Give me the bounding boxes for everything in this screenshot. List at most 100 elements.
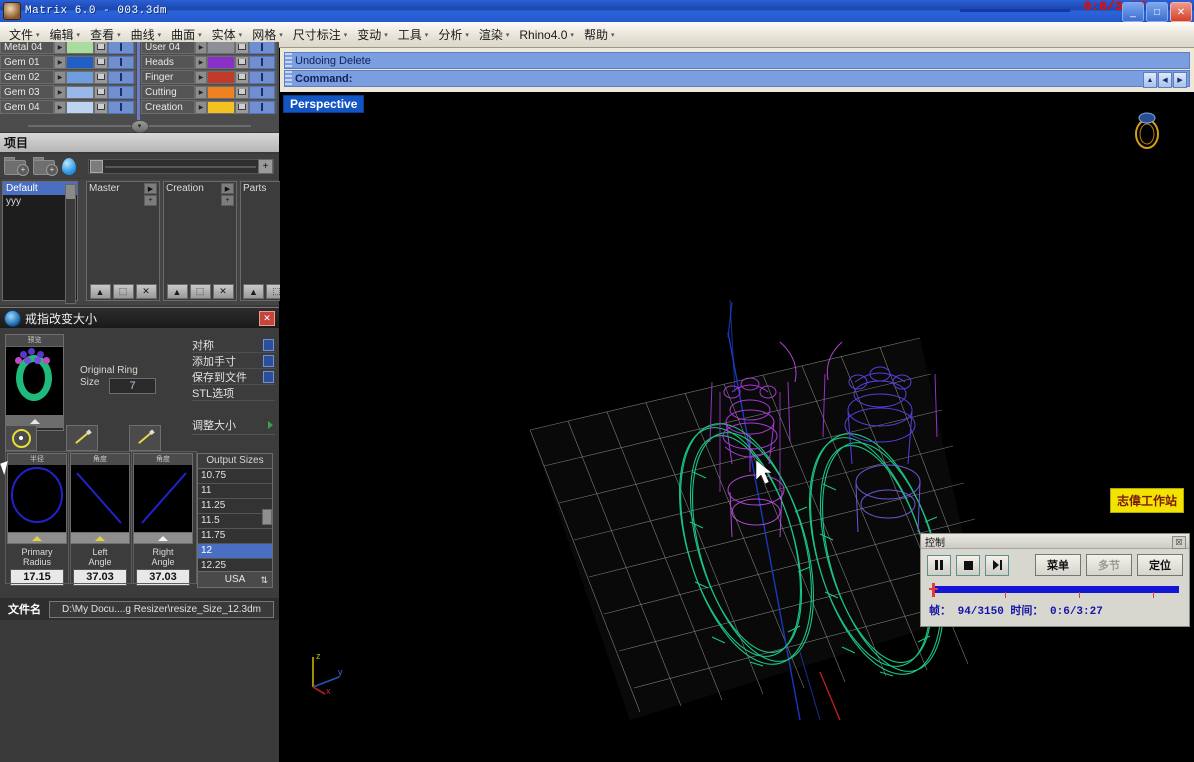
drag-grip[interactable]: [285, 71, 292, 86]
playhead[interactable]: [932, 583, 935, 597]
lock-icon[interactable]: [235, 55, 249, 69]
chevron-right-icon[interactable]: ▶: [195, 85, 207, 99]
up-button[interactable]: ▲: [166, 284, 188, 299]
layer-collapse-bar[interactable]: ▾: [0, 119, 279, 133]
chevron-right-icon[interactable]: ▶: [54, 70, 66, 84]
chevron-right-icon[interactable]: ▶: [54, 55, 66, 69]
layer-row[interactable]: Heads ▶: [141, 55, 277, 69]
output-sizes-list[interactable]: Output Sizes 10.75 11 11.25 11.5 11.75 1…: [197, 453, 273, 588]
visibility-toggle[interactable]: [108, 55, 134, 69]
layer-row[interactable]: Finger ▶: [141, 70, 277, 84]
lock-icon[interactable]: [94, 55, 108, 69]
output-size-item[interactable]: 11.25: [198, 499, 272, 514]
scrollbar[interactable]: [65, 184, 76, 304]
lock-icon[interactable]: [94, 70, 108, 84]
chevron-down-icon[interactable]: ▾: [130, 119, 149, 133]
water-drop-icon[interactable]: [62, 157, 76, 175]
visibility-toggle[interactable]: [249, 70, 275, 84]
project-default-list[interactable]: Default yyy: [2, 181, 78, 304]
visibility-toggle[interactable]: [249, 42, 275, 54]
add-icon[interactable]: +: [144, 195, 157, 206]
lock-icon[interactable]: [235, 70, 249, 84]
resize-action-button[interactable]: 调整大小: [192, 416, 275, 435]
slider-track[interactable]: [935, 586, 1179, 593]
layer-row[interactable]: Gem 01 ▶: [0, 55, 136, 69]
chapter-button[interactable]: 多节: [1086, 554, 1132, 576]
option-stl[interactable]: STL选项: [192, 385, 275, 401]
visibility-toggle[interactable]: [108, 42, 134, 54]
chevron-right-icon[interactable]: ▶: [54, 42, 66, 54]
layer-color-swatch[interactable]: [207, 70, 235, 84]
pencil-icon-button-left[interactable]: [66, 425, 98, 451]
chevron-right-icon[interactable]: ▶: [144, 183, 157, 194]
command-prompt-line[interactable]: Command: ▲ ◀ ▶: [284, 70, 1190, 88]
command-history-line[interactable]: Undoing Delete: [284, 52, 1190, 69]
option-symmetry[interactable]: 对称: [192, 337, 275, 353]
layer-row[interactable]: Gem 02 ▶: [0, 70, 136, 84]
output-size-item[interactable]: 11: [198, 484, 272, 499]
ring-preview[interactable]: 预览: [5, 334, 64, 431]
layer-color-swatch[interactable]: [66, 55, 94, 69]
next-frame-button[interactable]: [985, 554, 1009, 576]
layer-row[interactable]: Gem 04 ▶: [0, 100, 136, 114]
lock-icon[interactable]: [235, 85, 249, 99]
option-add-size[interactable]: 添加手寸: [192, 353, 275, 369]
layer-color-swatch[interactable]: [66, 70, 94, 84]
menu-item-render[interactable]: 渲染 ▾: [474, 24, 515, 45]
pencil-icon-button-right[interactable]: [129, 425, 161, 451]
toggle-icon[interactable]: [263, 339, 274, 351]
delete-button[interactable]: ✕: [212, 284, 234, 299]
menu-item-rhino[interactable]: Rhino4.0 ▾: [514, 26, 579, 44]
output-size-item[interactable]: 11.5: [198, 514, 272, 529]
option-save-to-file[interactable]: 保存到文件: [192, 369, 275, 385]
menu-item-dimension[interactable]: 尺寸标注 ▾: [288, 24, 353, 45]
unit-dropdown[interactable]: USA ⇅: [198, 571, 272, 587]
lock-icon[interactable]: [235, 100, 249, 114]
visibility-toggle[interactable]: [249, 55, 275, 69]
output-size-item-selected[interactable]: 12: [198, 544, 272, 559]
add-icon[interactable]: +: [221, 195, 234, 206]
up-button[interactable]: ▲: [89, 284, 111, 299]
toggle-icon[interactable]: [263, 355, 274, 367]
layer-color-swatch[interactable]: [207, 85, 235, 99]
project-zoom-slider[interactable]: +: [88, 159, 274, 174]
scroll-right-button[interactable]: ▶: [1173, 72, 1187, 88]
up-button[interactable]: ▲: [243, 284, 264, 299]
chevron-right-icon[interactable]: ▶: [221, 183, 234, 194]
lock-icon[interactable]: [94, 42, 108, 54]
minimize-button[interactable]: _: [1122, 2, 1144, 22]
menu-item-analysis[interactable]: 分析 ▾: [433, 24, 474, 45]
scroll-left-button[interactable]: ◀: [1158, 72, 1172, 88]
target-icon-button[interactable]: [5, 425, 37, 451]
visibility-toggle[interactable]: [108, 70, 134, 84]
menu-button[interactable]: 菜单: [1035, 554, 1081, 576]
chevron-right-icon[interactable]: ▶: [195, 100, 207, 114]
lock-icon[interactable]: [94, 85, 108, 99]
layer-color-swatch[interactable]: [207, 100, 235, 114]
perspective-viewport[interactable]: Perspective 志偉工作站 z y x 控制 ☒ 菜单 多节 定位 帧：…: [280, 92, 1194, 720]
original-ring-size-value[interactable]: 7: [109, 378, 156, 394]
pause-button[interactable]: [927, 554, 951, 576]
layer-color-swatch[interactable]: [207, 42, 235, 54]
output-size-item[interactable]: 11.75: [198, 529, 272, 544]
layer-row[interactable]: User 04 ▶: [141, 42, 277, 54]
original-ring-size-field[interactable]: Original Ring Size 7: [80, 365, 156, 395]
layer-row[interactable]: Creation ▶: [141, 100, 277, 114]
chevron-right-icon[interactable]: ▶: [54, 85, 66, 99]
visibility-toggle[interactable]: [108, 85, 134, 99]
visibility-toggle[interactable]: [249, 100, 275, 114]
chevron-right-icon[interactable]: [268, 421, 273, 429]
visibility-toggle[interactable]: [108, 100, 134, 114]
close-icon[interactable]: ✕: [259, 311, 275, 326]
chevron-right-icon[interactable]: ▶: [195, 42, 207, 54]
open-folder-icon[interactable]: +: [32, 156, 58, 176]
close-button[interactable]: ✕: [1170, 2, 1192, 22]
playback-slider[interactable]: [927, 583, 1183, 598]
layer-row[interactable]: Cutting ▶: [141, 85, 277, 99]
layer-color-swatch[interactable]: [66, 85, 94, 99]
lock-icon[interactable]: [235, 42, 249, 54]
layer-row[interactable]: Gem 03 ▶: [0, 85, 136, 99]
save-button[interactable]: ⬚: [112, 284, 134, 299]
layer-row[interactable]: Metal 04 ▶: [0, 42, 136, 54]
chevron-right-icon[interactable]: ▶: [195, 55, 207, 69]
